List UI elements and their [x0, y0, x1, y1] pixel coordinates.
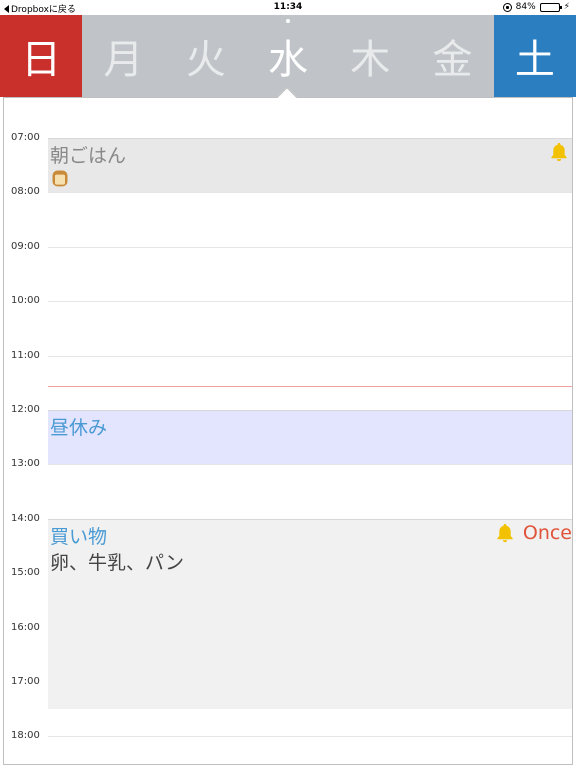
hour-row: 10:00 — [4, 295, 572, 306]
day-timeline[interactable]: 朝ごはん昼休み買い物卵、牛乳、パン Once 07:00 08:00 09:00 10:0… — [3, 97, 573, 765]
hour-row: 11:00 — [4, 350, 572, 361]
hour-gridline — [48, 355, 572, 357]
event-block[interactable]: 朝ごはん — [48, 138, 572, 193]
hour-row: 09:00 — [4, 241, 572, 252]
status-bar: Dropboxに戻る 11:34 84% ⚡ — [0, 0, 576, 15]
hour-label: 11:00 — [11, 349, 40, 361]
orientation-lock-icon — [502, 2, 512, 12]
hour-label: 14:00 — [11, 512, 40, 524]
hour-label: 08:00 — [11, 186, 40, 198]
event-title: 朝ごはん — [50, 145, 127, 167]
repeat-once-label: Once — [522, 521, 572, 544]
hour-gridline — [48, 301, 572, 303]
day-tab-6[interactable]: 土 — [493, 15, 576, 97]
event-title: 昼休み — [50, 417, 108, 439]
today-dot — [285, 19, 290, 23]
hour-row: 18:00 — [4, 730, 572, 741]
hour-label: 17:00 — [11, 676, 40, 687]
day-tab-5[interactable]: 金 — [411, 15, 493, 97]
event-block[interactable]: 買い物卵、牛乳、パン Once — [48, 518, 572, 710]
battery-percent: 84% — [515, 2, 536, 12]
hour-label: 10:00 — [11, 295, 40, 307]
status-right: 84% ⚡ — [502, 2, 570, 12]
bell-icon[interactable] — [494, 522, 516, 544]
hour-label: 12:00 — [11, 404, 40, 415]
event-note: 卵、牛乳、パン — [50, 551, 184, 574]
day-tab-4[interactable]: 木 — [329, 15, 411, 97]
day-tab-1[interactable]: 月 — [82, 15, 164, 97]
bread-icon — [50, 168, 70, 188]
clock: 11:34 — [273, 2, 303, 12]
day-tab-3[interactable]: 水 — [247, 15, 329, 97]
hour-label: 16:00 — [11, 621, 40, 633]
hour-gridline — [48, 736, 572, 738]
hour-row: 08:00 — [4, 186, 572, 197]
bell-icon[interactable] — [548, 141, 570, 163]
hour-label: 18:00 — [11, 730, 40, 742]
hour-label: 09:00 — [11, 240, 40, 252]
hour-label: 07:00 — [11, 132, 40, 143]
battery-icon — [539, 2, 562, 12]
event-title: 買い物 — [50, 525, 108, 548]
hour-gridline — [48, 464, 572, 466]
day-tab-2[interactable]: 火 — [165, 15, 247, 97]
hour-row: 13:00 — [4, 458, 572, 469]
hour-label: 13:00 — [11, 458, 40, 470]
event-block[interactable]: 昼休み — [48, 410, 572, 465]
charging-icon: ⚡ — [563, 2, 570, 12]
current-time-indicator — [48, 386, 572, 388]
hour-gridline — [48, 246, 572, 248]
day-tab-0[interactable]: 日 — [0, 15, 83, 97]
weekday-selector: 日月火水木金土 — [0, 15, 576, 97]
hour-gridline — [48, 192, 572, 194]
hour-label: 15:00 — [11, 567, 40, 579]
